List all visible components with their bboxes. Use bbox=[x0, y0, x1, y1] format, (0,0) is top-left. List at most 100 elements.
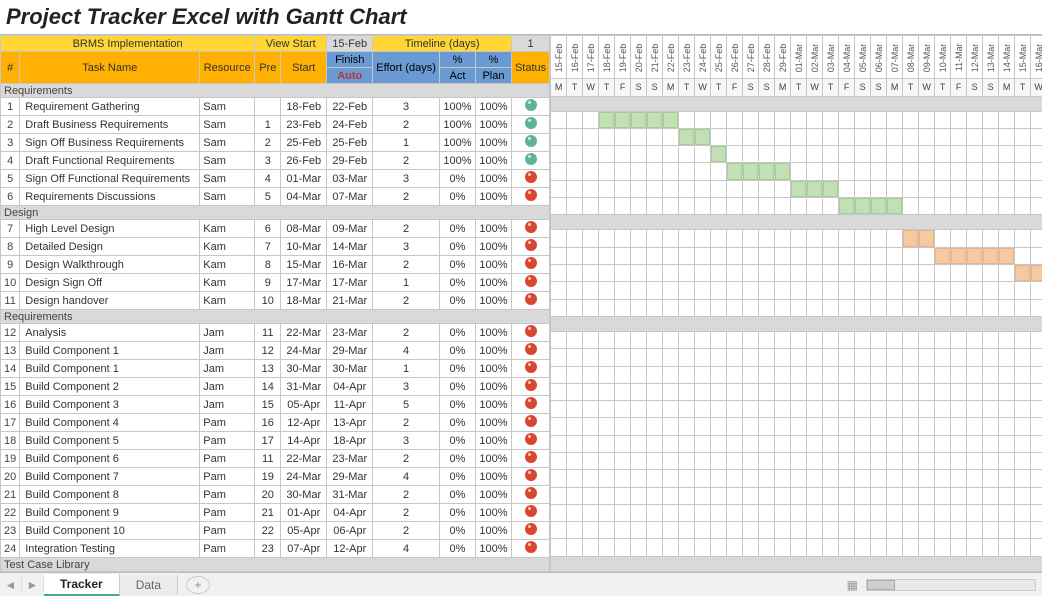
gantt-bar[interactable] bbox=[903, 230, 918, 246]
group-header[interactable]: Requirements bbox=[1, 84, 550, 98]
table-row[interactable]: 1Requirement GatheringSam18-Feb22-Feb310… bbox=[1, 98, 550, 116]
gantt-bar[interactable] bbox=[727, 163, 742, 179]
tab-prev-icon[interactable]: ◄ bbox=[0, 578, 22, 592]
date-header: 20-Feb bbox=[631, 36, 647, 79]
table-row[interactable]: 15Build Component 2Jam1431-Mar04-Apr30%1… bbox=[1, 378, 550, 396]
gantt-bar[interactable] bbox=[615, 112, 630, 128]
table-row[interactable]: 5Sign Off Functional RequirementsSam401-… bbox=[1, 170, 550, 188]
day-header: F bbox=[951, 79, 967, 96]
table-row[interactable]: 6Requirements DiscussionsSam504-Mar07-Ma… bbox=[1, 188, 550, 206]
table-row[interactable]: 9Design WalkthroughKam815-Mar16-Mar20%10… bbox=[1, 256, 550, 274]
date-header: 15-Feb bbox=[551, 36, 567, 79]
gantt-bar[interactable] bbox=[695, 129, 710, 145]
gantt-bar[interactable] bbox=[791, 181, 806, 197]
date-header: 01-Mar bbox=[791, 36, 807, 79]
gantt-bar[interactable] bbox=[807, 181, 822, 197]
table-row[interactable]: 20Build Component 7Pam1924-Mar29-Mar40%1… bbox=[1, 468, 550, 486]
date-header: 28-Feb bbox=[759, 36, 775, 79]
gantt-bar[interactable] bbox=[647, 112, 662, 128]
day-header: S bbox=[647, 79, 663, 96]
gantt-bar[interactable] bbox=[839, 198, 854, 214]
tab-tracker[interactable]: Tracker bbox=[44, 574, 120, 596]
status-indicator-icon bbox=[525, 415, 537, 427]
date-header: 04-Mar bbox=[839, 36, 855, 79]
gantt-bar[interactable] bbox=[855, 198, 870, 214]
gantt-bar[interactable] bbox=[823, 181, 838, 197]
gantt-bar[interactable] bbox=[711, 146, 726, 162]
table-row[interactable]: 14Build Component 1Jam1330-Mar30-Mar10%1… bbox=[1, 360, 550, 378]
view-start-value[interactable]: 15-Feb bbox=[327, 36, 373, 52]
day-header: F bbox=[615, 79, 631, 96]
day-header: T bbox=[599, 79, 615, 96]
status-indicator-icon bbox=[525, 239, 537, 251]
table-row[interactable]: 22Build Component 9Pam2101-Apr04-Apr20%1… bbox=[1, 504, 550, 522]
table-row[interactable]: 11Design handoverKam1018-Mar21-Mar20%100… bbox=[1, 292, 550, 310]
gantt-bar[interactable] bbox=[1031, 265, 1042, 281]
table-row[interactable]: 10Design Sign OffKam917-Mar17-Mar10%100% bbox=[1, 274, 550, 292]
table-row[interactable]: 2Draft Business RequirementsSam123-Feb24… bbox=[1, 116, 550, 134]
date-header: 24-Feb bbox=[695, 36, 711, 79]
status-indicator-icon bbox=[525, 293, 537, 305]
table-row[interactable]: 3Sign Off Business RequirementsSam225-Fe… bbox=[1, 134, 550, 152]
gantt-bar[interactable] bbox=[775, 163, 790, 179]
day-header: T bbox=[567, 79, 583, 96]
table-row[interactable]: 17Build Component 4Pam1612-Apr13-Apr20%1… bbox=[1, 414, 550, 432]
day-header: W bbox=[583, 79, 599, 96]
date-header: 26-Feb bbox=[727, 36, 743, 79]
add-sheet-button[interactable]: + bbox=[186, 576, 210, 594]
gantt-bar[interactable] bbox=[951, 248, 966, 264]
table-row[interactable]: 21Build Component 8Pam2030-Mar31-Mar20%1… bbox=[1, 486, 550, 504]
table-row[interactable]: 19Build Component 6Pam1122-Mar23-Mar20%1… bbox=[1, 450, 550, 468]
col-task: Task Name bbox=[20, 52, 200, 84]
day-header: T bbox=[791, 79, 807, 96]
gantt-bar[interactable] bbox=[919, 230, 934, 246]
date-header: 27-Feb bbox=[743, 36, 759, 79]
gantt-bar[interactable] bbox=[759, 163, 774, 179]
gantt-grid[interactable]: 15-Feb16-Feb17-Feb18-Feb19-Feb20-Feb21-F… bbox=[550, 35, 1042, 572]
gantt-bar[interactable] bbox=[663, 112, 678, 128]
status-indicator-icon bbox=[525, 221, 537, 233]
gantt-bar[interactable] bbox=[631, 112, 646, 128]
day-header: T bbox=[935, 79, 951, 96]
status-indicator-icon bbox=[525, 469, 537, 481]
date-header: 06-Mar bbox=[871, 36, 887, 79]
gantt-bar[interactable] bbox=[983, 248, 998, 264]
table-row[interactable]: 4Draft Functional RequirementsSam326-Feb… bbox=[1, 152, 550, 170]
tab-next-icon[interactable]: ► bbox=[22, 578, 44, 592]
group-header[interactable]: Requirements bbox=[1, 310, 550, 324]
gantt-bar[interactable] bbox=[967, 248, 982, 264]
gantt-bar[interactable] bbox=[871, 198, 886, 214]
gantt-bar[interactable] bbox=[935, 248, 950, 264]
date-header: 10-Mar bbox=[935, 36, 951, 79]
tab-data[interactable]: Data bbox=[120, 575, 178, 595]
horizontal-scrollbar[interactable] bbox=[866, 579, 1036, 591]
status-indicator-icon bbox=[525, 379, 537, 391]
timeline-value[interactable]: 1 bbox=[511, 36, 549, 52]
table-row[interactable]: 16Build Component 3Jam1505-Apr11-Apr50%1… bbox=[1, 396, 550, 414]
gantt-bar[interactable] bbox=[679, 129, 694, 145]
table-row[interactable]: 23Build Component 10Pam2205-Apr06-Apr20%… bbox=[1, 522, 550, 540]
table-row[interactable]: 13Build Component 1Jam1224-Mar29-Mar40%1… bbox=[1, 342, 550, 360]
table-row[interactable]: 18Build Component 5Pam1714-Apr18-Apr30%1… bbox=[1, 432, 550, 450]
gantt-bar[interactable] bbox=[599, 112, 614, 128]
project-name-cell[interactable]: BRMS Implementation bbox=[1, 36, 255, 52]
table-row[interactable]: 24Integration TestingPam2307-Apr12-Apr40… bbox=[1, 540, 550, 558]
gantt-bar[interactable] bbox=[887, 198, 902, 214]
table-row[interactable]: 12AnalysisJam1122-Mar23-Mar20%100% bbox=[1, 324, 550, 342]
gantt-bar[interactable] bbox=[743, 163, 758, 179]
table-row[interactable]: 7High Level DesignKam608-Mar09-Mar20%100… bbox=[1, 220, 550, 238]
gantt-bar[interactable] bbox=[1015, 265, 1030, 281]
view-mode-icon[interactable]: ▦ bbox=[847, 578, 858, 592]
status-indicator-icon bbox=[525, 433, 537, 445]
day-header: T bbox=[1015, 79, 1031, 96]
task-table[interactable]: BRMS Implementation View Start 15-Feb Ti… bbox=[0, 35, 550, 572]
col-pct-act: % bbox=[439, 52, 475, 68]
table-row[interactable]: 8Detailed DesignKam710-Mar14-Mar30%100% bbox=[1, 238, 550, 256]
group-header[interactable]: Design bbox=[1, 206, 550, 220]
day-header: T bbox=[903, 79, 919, 96]
gantt-bar[interactable] bbox=[999, 248, 1014, 264]
group-header[interactable]: Test Case Library bbox=[1, 558, 550, 572]
status-indicator-icon bbox=[525, 99, 537, 111]
status-indicator-icon bbox=[525, 117, 537, 129]
col-status: Status bbox=[511, 52, 549, 84]
